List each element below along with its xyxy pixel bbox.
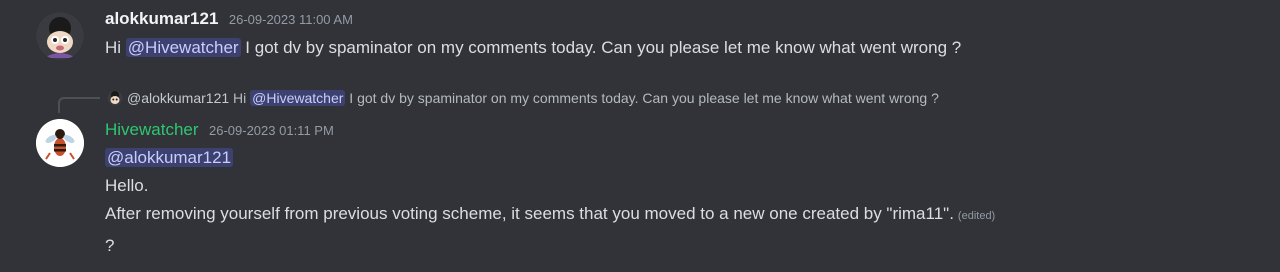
reply-spine bbox=[58, 97, 100, 113]
message-content: Hi @Hivewatcher I got dv by spaminator o… bbox=[105, 38, 961, 58]
mention-alokkumar[interactable]: @alokkumar121 bbox=[105, 148, 234, 167]
reply-avatar bbox=[107, 90, 123, 106]
reply-text: I got dv by spaminator on my comments to… bbox=[345, 90, 939, 106]
message-text: After removing yourself from previous vo… bbox=[105, 204, 954, 223]
message-text: I got dv by spaminator on my comments to… bbox=[240, 38, 962, 57]
avatar-image bbox=[36, 12, 84, 60]
bee-icon bbox=[36, 119, 84, 167]
avatar-alokkumar[interactable] bbox=[36, 12, 84, 60]
avatar-hivewatcher[interactable] bbox=[36, 119, 84, 167]
message-text-line: After removing yourself from previous vo… bbox=[105, 204, 995, 224]
timestamp: 26-09-2023 01:11 PM bbox=[209, 123, 334, 138]
reply-reference[interactable]: @alokkumar121 Hi @Hivewatcher I got dv b… bbox=[107, 90, 939, 106]
message-header: alokkumar121 26-09-2023 11:00 AM bbox=[105, 9, 353, 29]
timestamp: 26-09-2023 11:00 AM bbox=[228, 12, 353, 27]
mention-hivewatcher[interactable]: @Hivewatcher bbox=[125, 38, 241, 57]
reply-text: Hi bbox=[229, 90, 251, 106]
message-mention-line: @alokkumar121 bbox=[105, 148, 234, 168]
message-header: Hivewatcher 26-09-2023 01:11 PM bbox=[105, 120, 334, 140]
username[interactable]: alokkumar121 bbox=[105, 9, 218, 28]
edited-indicator: (edited) bbox=[957, 210, 996, 222]
username[interactable]: Hivewatcher bbox=[105, 120, 199, 139]
message-text-line: ? bbox=[105, 236, 115, 255]
message-text: Hi bbox=[105, 38, 126, 57]
message-text-line: Hello. bbox=[105, 176, 149, 195]
reply-username[interactable]: @alokkumar121 bbox=[127, 90, 229, 106]
reply-mention[interactable]: @Hivewatcher bbox=[250, 90, 346, 106]
